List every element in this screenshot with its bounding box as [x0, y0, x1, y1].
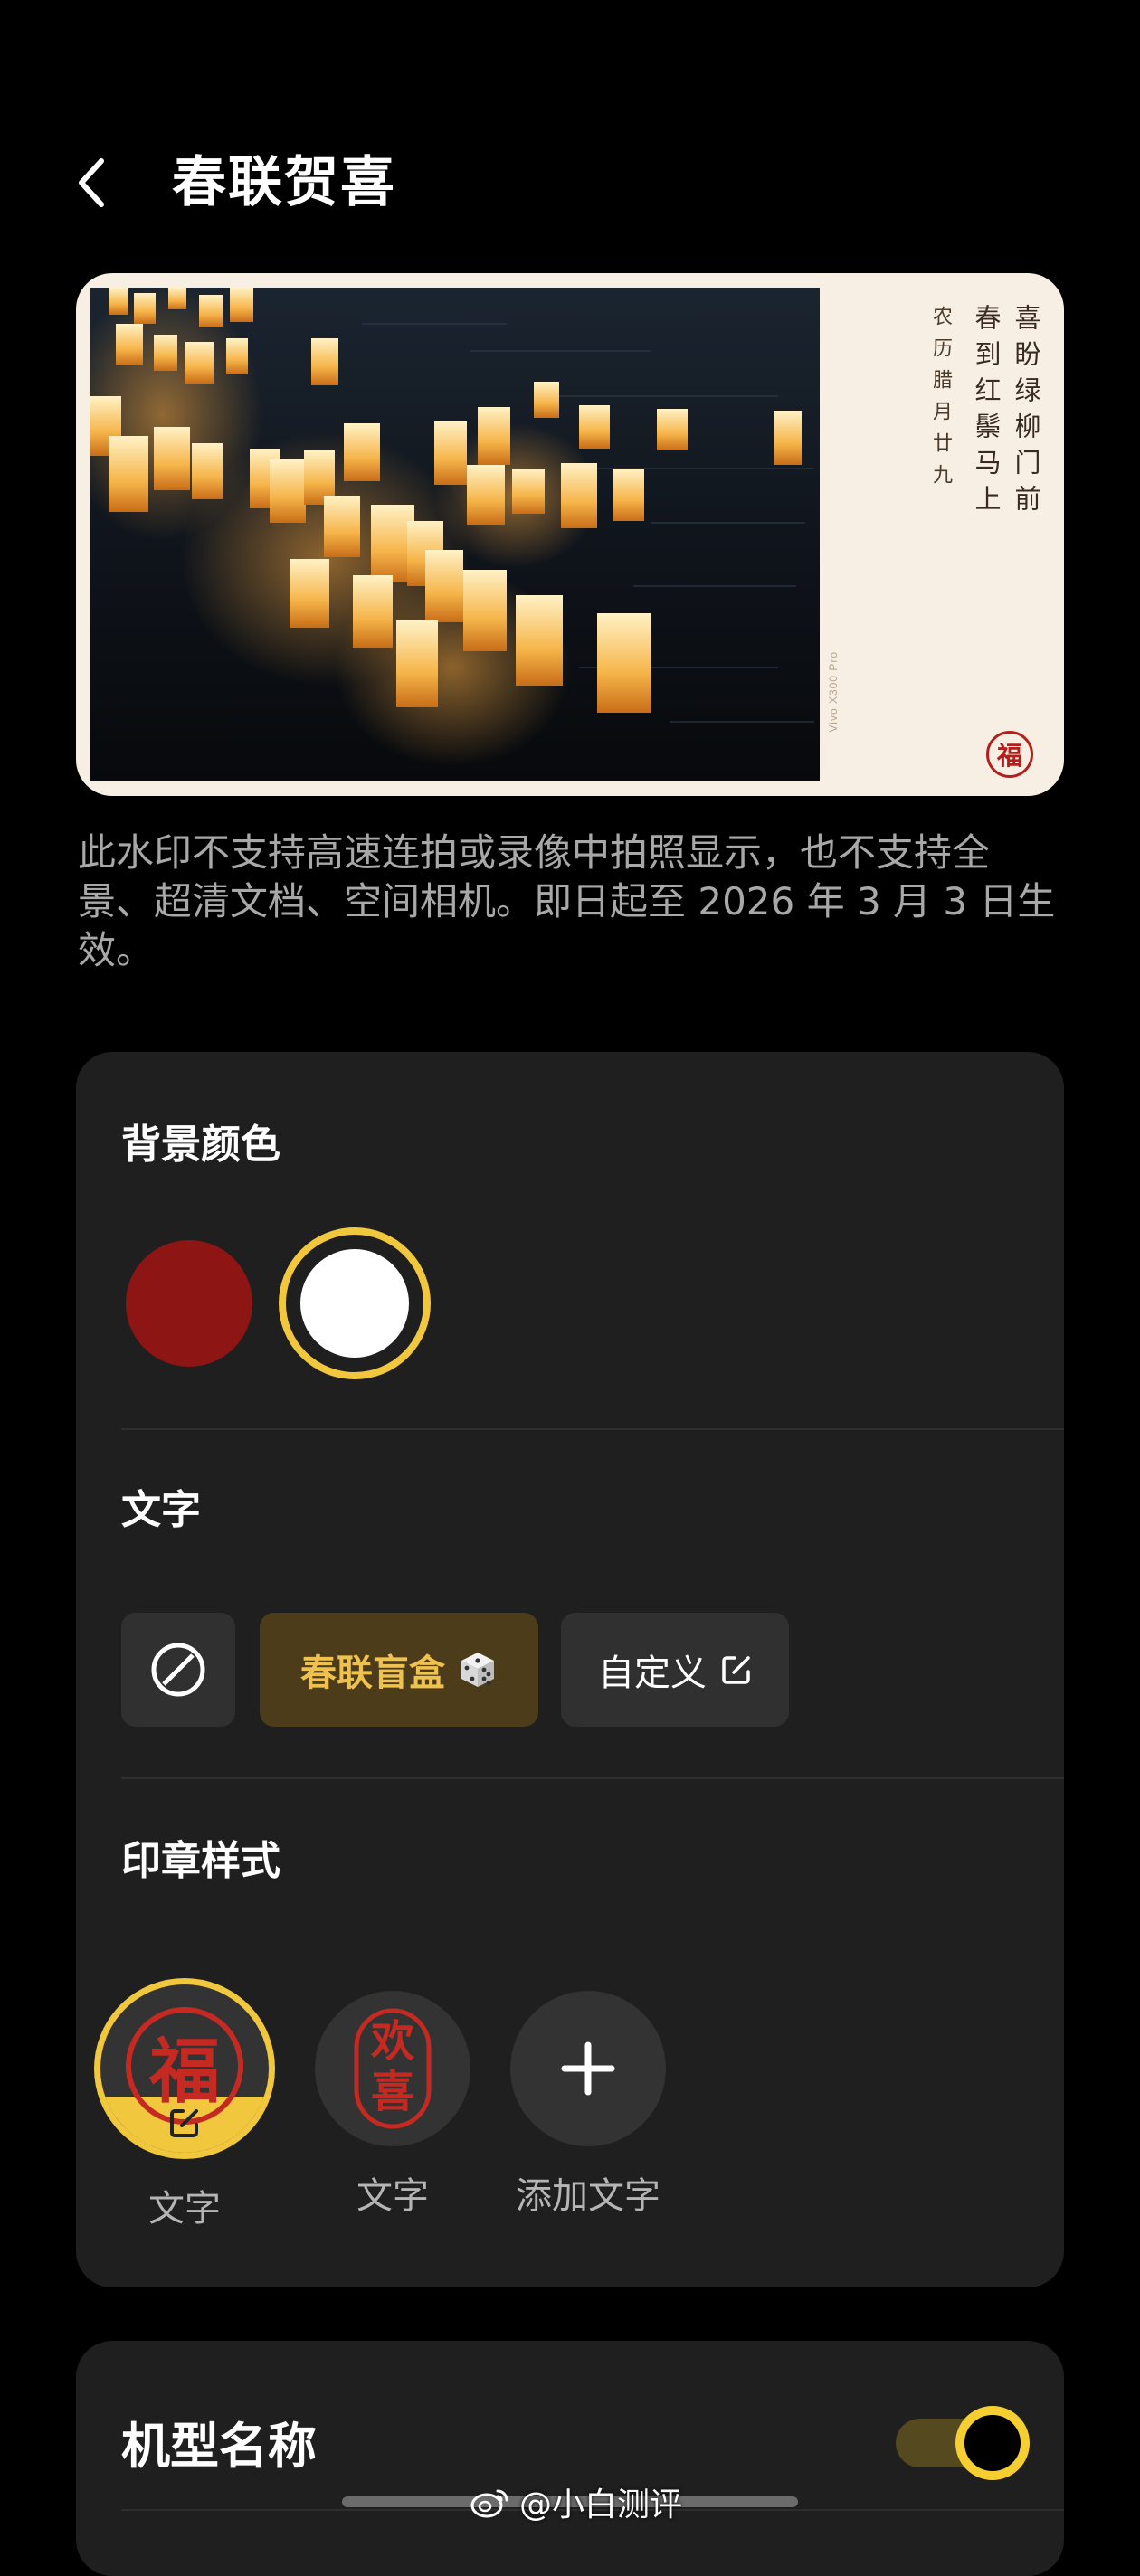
- weibo-icon: [470, 2489, 508, 2518]
- divider: [121, 1777, 1064, 1779]
- lantern-photo: [90, 288, 820, 781]
- custom-text-button[interactable]: 自定义: [561, 1613, 789, 1727]
- add-text-option[interactable]: 添加文字: [498, 1991, 679, 2219]
- page-title: 春联贺喜: [172, 151, 396, 214]
- seal-option-huanxi-circle: 欢 喜: [315, 1991, 470, 2146]
- seal-option-fu[interactable]: 福 文字: [94, 1978, 275, 2231]
- section-title-text: 文字: [121, 1487, 201, 1533]
- plus-icon: [561, 2041, 615, 2096]
- custom-label: 自定义: [598, 1653, 707, 1694]
- notice-text: 此水印不支持高速连拍或录像中拍照显示，也不支持全景、超清文档、空间相机。即日起至…: [78, 830, 1056, 972]
- seal-glyph-huan: 欢: [370, 2016, 414, 2067]
- preview-seal: 福: [986, 731, 1033, 778]
- watermark-preview: 喜盼绿柳门前 春到红鬃马上 农历腊月廿九 Vivo X300 Pro 福: [76, 273, 1064, 796]
- lunar-date: 农历腊月廿九: [929, 306, 952, 496]
- section-title-bg-color: 背景颜色: [121, 1122, 280, 1168]
- seal-glyph-fu: 福: [148, 2031, 220, 2113]
- couplet-left: 春到红鬃马上: [971, 304, 1002, 521]
- model-name-toggle[interactable]: [896, 2406, 1031, 2480]
- color-swatch-white[interactable]: [279, 1227, 431, 1379]
- brand-text: Vivo X300 Pro: [827, 651, 840, 733]
- edit-icon: [722, 1656, 750, 1684]
- edit-icon: [170, 2109, 198, 2137]
- model-name-card: 机型名称: [76, 2341, 1064, 2576]
- back-icon[interactable]: [71, 154, 114, 212]
- blind-box-label: 春联盲盒: [300, 1653, 445, 1694]
- watermark-text: @小白测评: [519, 2486, 683, 2524]
- couplet-right: 喜盼绿柳门前: [1011, 304, 1041, 521]
- section-title-seal-style: 印章样式: [121, 1838, 280, 1884]
- divider: [121, 1428, 1064, 1430]
- color-swatch-red[interactable]: [126, 1240, 252, 1367]
- add-text-button[interactable]: [510, 1991, 666, 2146]
- seal-option-fu-circle: 福: [94, 1978, 275, 2159]
- seal-glyph-xi: 喜: [370, 2067, 414, 2117]
- seal-option-label: 文字: [356, 2175, 429, 2217]
- seal-option-label: 文字: [148, 2188, 221, 2230]
- dice-icon: [461, 1653, 494, 1687]
- weibo-watermark: @小白测评: [470, 2478, 682, 2525]
- model-name-label: 机型名称: [121, 2418, 317, 2475]
- text-none-button[interactable]: [121, 1613, 235, 1727]
- couplet-blind-box-button[interactable]: 春联盲盒: [260, 1613, 538, 1727]
- seal-option-huanxi[interactable]: 欢 喜 文字: [315, 1991, 470, 2219]
- color-swatch-white-fill: [300, 1249, 409, 1358]
- add-text-label: 添加文字: [516, 2175, 660, 2217]
- settings-panel: 背景颜色 文字 春联盲盒 自定义 印章样式 福 文字 欢 喜 文字 添加文字: [76, 1052, 1064, 2287]
- toggle-knob: [955, 2406, 1030, 2480]
- no-text-icon: [151, 1643, 205, 1697]
